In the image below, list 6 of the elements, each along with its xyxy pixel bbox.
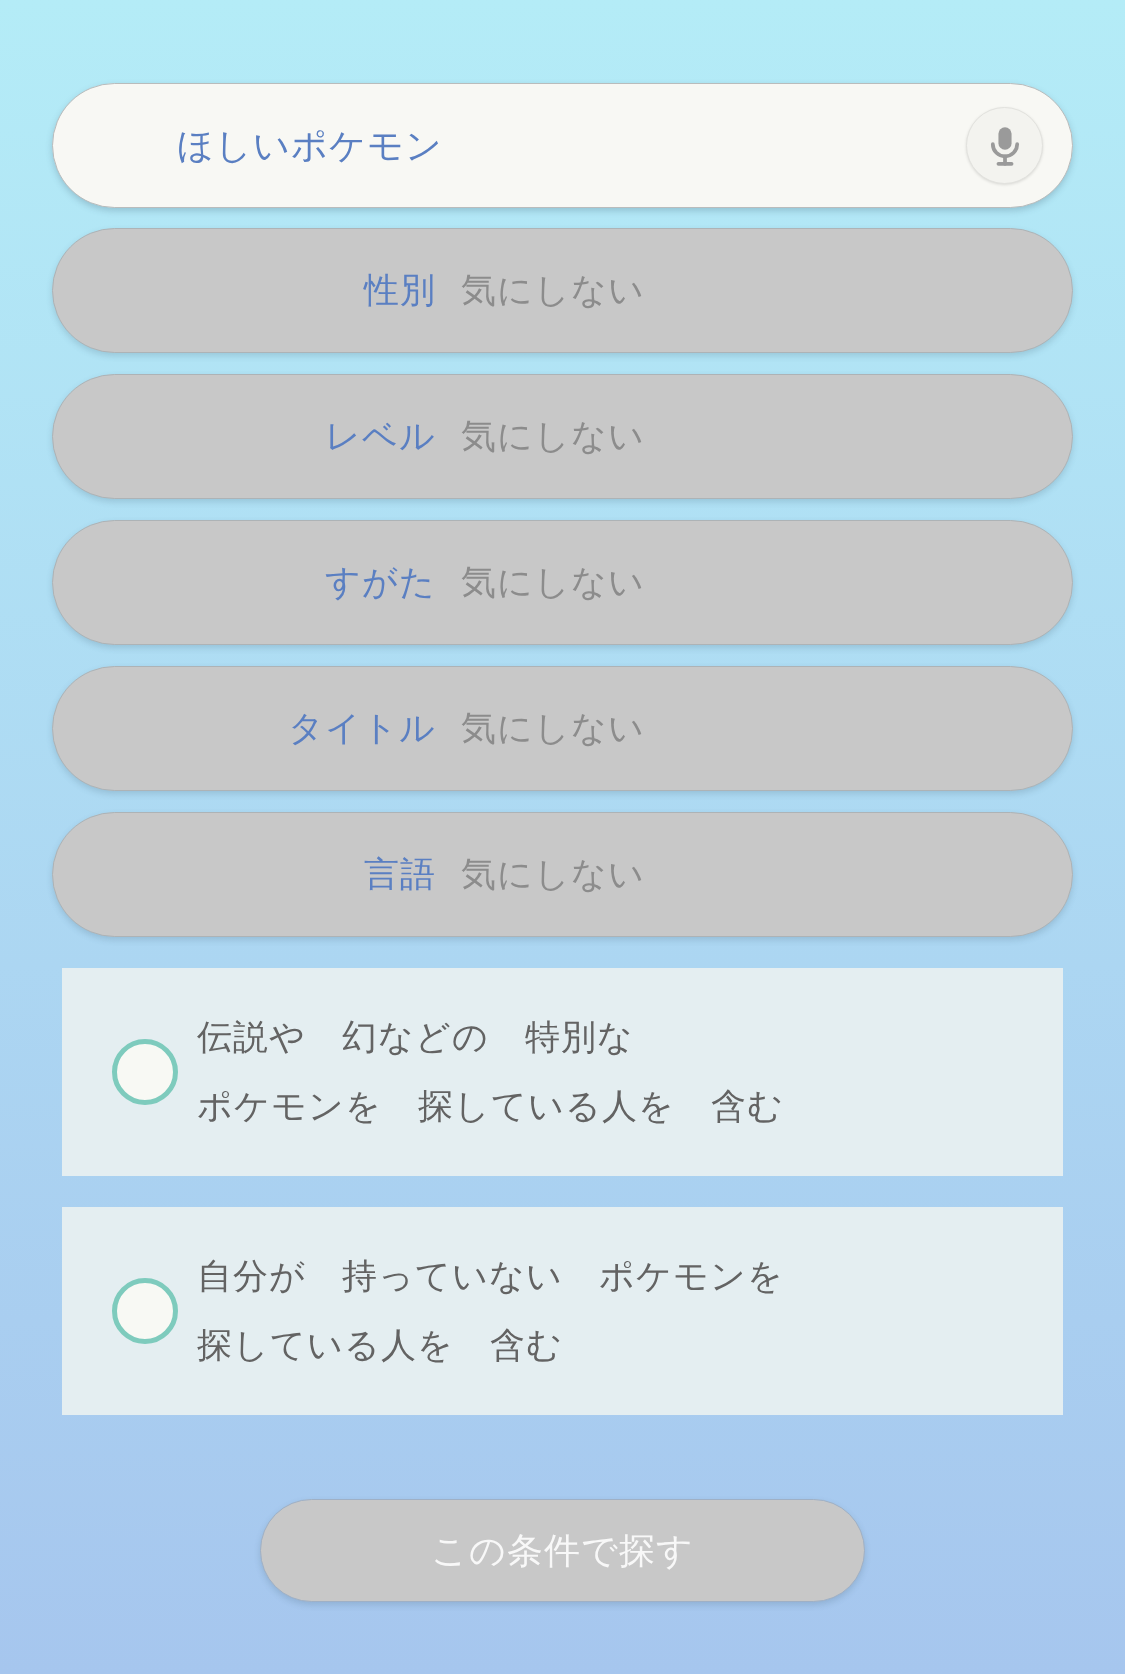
microphone-icon [989, 124, 1020, 167]
option-label: 自分が 持っていない ポケモンを [197, 1255, 784, 1298]
option-label: ポケモンを 探している人を 含む [197, 1085, 784, 1128]
search-field[interactable]: ほしいポケモン [52, 83, 1073, 208]
option-label: 探している人を 含む [197, 1324, 564, 1367]
option-label: 伝説や 幻などの 特別な [197, 1016, 635, 1059]
